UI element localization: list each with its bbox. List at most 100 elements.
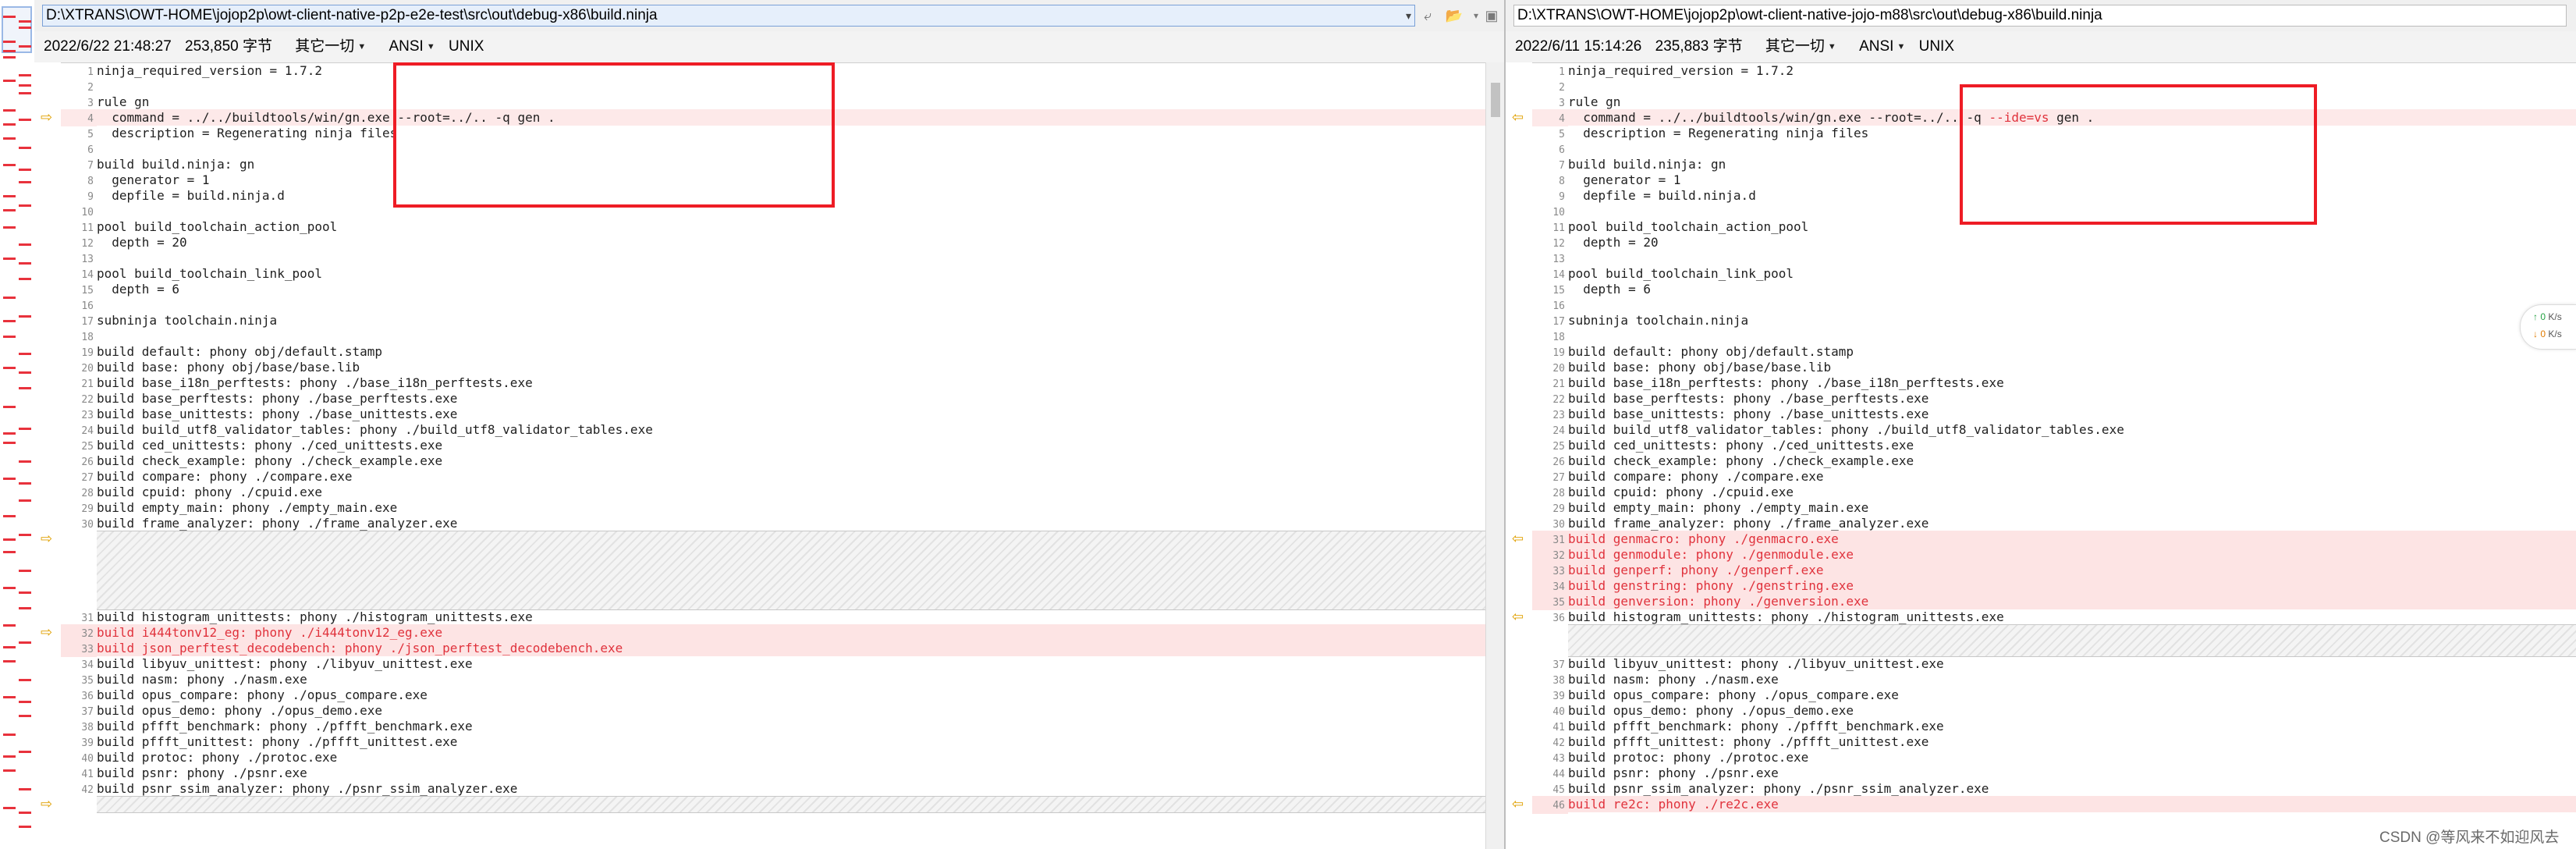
code-line[interactable]: 42 build psnr_ssim_analyzer: phony ./psnr…: [61, 780, 1504, 798]
overview-diff-marker[interactable]: [19, 387, 31, 389]
overview-diff-marker[interactable]: [19, 243, 31, 246]
code-line[interactable]: 12 depth = 20: [1532, 234, 2576, 252]
overview-diff-marker[interactable]: [19, 641, 31, 644]
overview-diff-marker[interactable]: [3, 551, 16, 553]
code-line[interactable]: 23 build base_unittests: phony ./base_uni…: [1532, 406, 2576, 424]
overview-diff-marker[interactable]: [3, 297, 16, 299]
right-diff-gutter[interactable]: ⇦ ⇦ ⇦ ⇦: [1506, 62, 1532, 849]
overview-diff-marker[interactable]: [19, 591, 31, 594]
overview-diff-marker[interactable]: [3, 660, 16, 663]
code-line[interactable]: 15 depth = 6: [1532, 281, 2576, 299]
code-line[interactable]: 14 pool build_toolchain_link_pool: [61, 265, 1504, 283]
code-line[interactable]: 32 build i444tonv12_eg: phony ./i444tonv1…: [61, 624, 1504, 642]
overview-diff-marker[interactable]: [3, 164, 16, 166]
code-line[interactable]: 19 build default: phony obj/default.stamp: [1532, 343, 2576, 361]
overview-diff-marker[interactable]: [19, 74, 31, 76]
code-line[interactable]: 13: [1532, 250, 2576, 268]
overview-diff-marker[interactable]: [3, 195, 16, 197]
overview-diff-marker[interactable]: [3, 646, 16, 648]
code-line[interactable]: 34 build genstring: phony ./genstring.exe: [1532, 577, 2576, 595]
code-line[interactable]: 30 build frame_analyzer: phony ./frame_an…: [61, 515, 1504, 533]
diff-arrow-icon[interactable]: ⇦: [1512, 797, 1526, 811]
overview-diff-marker[interactable]: [3, 587, 16, 589]
code-line[interactable]: 44 build psnr: phony ./psnr.exe: [1532, 765, 2576, 783]
overview-diff-marker[interactable]: [3, 624, 16, 627]
save-icon[interactable]: ▣: [1482, 6, 1501, 25]
code-line[interactable]: 32 build genmodule: phony ./genmodule.exe: [1532, 546, 2576, 564]
code-line[interactable]: 17 subninja toolchain.ninja: [1532, 312, 2576, 330]
code-line[interactable]: 25 build ced_unittests: phony ./ced_unitt…: [1532, 437, 2576, 455]
overview-diff-marker[interactable]: [19, 204, 31, 207]
code-line[interactable]: 23 build base_unittests: phony ./base_uni…: [61, 406, 1504, 424]
code-line[interactable]: 22 build base_perftests: phony ./base_per…: [61, 390, 1504, 408]
overview-diff-marker[interactable]: [19, 715, 31, 717]
overview-diff-marker[interactable]: [19, 679, 31, 681]
right-eol-label[interactable]: UNIX: [1919, 38, 1954, 55]
code-line[interactable]: 42 build pffft_unittest: phony ./pffft_un…: [1532, 734, 2576, 751]
network-speed-widget[interactable]: ↑ 0 K/s ↓ 0 K/s: [2520, 304, 2576, 350]
code-line[interactable]: 38 build nasm: phony ./nasm.exe: [1532, 671, 2576, 689]
code-line[interactable]: 24 build build_utf8_validator_tables: pho…: [61, 421, 1504, 439]
code-line[interactable]: 33 build genperf: phony ./genperf.exe: [1532, 562, 2576, 580]
code-line[interactable]: 40 build opus_demo: phony ./opus_demo.exe: [1532, 702, 2576, 720]
overview-diff-marker[interactable]: [3, 769, 16, 772]
overview-diff-marker[interactable]: [19, 701, 31, 703]
code-line[interactable]: 31 build histogram_unittests: phony ./his…: [61, 609, 1504, 627]
code-line[interactable]: 29 build empty_main: phony ./empty_main.e…: [1532, 499, 2576, 517]
code-line[interactable]: 31 build genmacro: phony ./genmacro.exe: [1532, 531, 2576, 549]
code-line[interactable]: 21 build base_i18n_perftests: phony ./bas…: [61, 375, 1504, 393]
code-line[interactable]: 26 build check_example: phony ./check_exa…: [61, 453, 1504, 471]
scrollbar-thumb[interactable]: [1491, 83, 1500, 117]
overview-diff-marker[interactable]: [19, 534, 31, 536]
overview-diff-marker[interactable]: [19, 278, 31, 280]
code-line[interactable]: 36 build opus_compare: phony ./opus_compa…: [61, 687, 1504, 705]
overview-diff-marker[interactable]: [19, 499, 31, 502]
overview-diff-marker[interactable]: [19, 169, 31, 171]
left-eol-label[interactable]: UNIX: [449, 38, 484, 55]
code-line[interactable]: 35 build genversion: phony ./genversion.e…: [1532, 593, 2576, 611]
code-line[interactable]: 22 build base_perftests: phony ./base_per…: [1532, 390, 2576, 408]
overview-diff-marker[interactable]: [19, 262, 31, 265]
overview-diff-marker[interactable]: [3, 406, 16, 408]
left-vertical-scrollbar[interactable]: [1485, 62, 1505, 849]
overview-diff-marker[interactable]: [19, 428, 31, 430]
overview-diff-marker[interactable]: [3, 320, 16, 322]
overview-diff-marker[interactable]: [3, 137, 16, 140]
diff-arrow-icon[interactable]: ⇨: [41, 625, 55, 639]
left-diff-gutter[interactable]: ⇨ ⇨ ⇨ ⇨: [34, 62, 61, 849]
code-line[interactable]: 16: [1532, 297, 2576, 314]
overview-diff-marker[interactable]: [3, 41, 16, 43]
overview-diff-marker[interactable]: [3, 538, 16, 541]
code-line[interactable]: 40 build protoc: phony ./protoc.exe: [61, 749, 1504, 767]
code-line[interactable]: 20 build base: phony obj/base/base.lib: [1532, 359, 2576, 377]
code-line[interactable]: 18: [1532, 328, 2576, 346]
code-line[interactable]: 36 build histogram_unittests: phony ./his…: [1532, 609, 2576, 627]
overview-diff-marker[interactable]: [3, 755, 16, 758]
overview-diff-marker[interactable]: [19, 92, 31, 94]
code-line[interactable]: 14 pool build_toolchain_link_pool: [1532, 265, 2576, 283]
overview-diff-marker[interactable]: [19, 607, 31, 609]
overview-diff-marker[interactable]: [3, 123, 16, 126]
code-line[interactable]: 27 build compare: phony ./compare.exe: [61, 468, 1504, 486]
left-path-field[interactable]: D:\XTRANS\OWT-HOME\jojop2p\owt-client-na…: [42, 5, 1415, 27]
code-line[interactable]: 30 build frame_analyzer: phony ./frame_an…: [1532, 515, 2576, 533]
code-line[interactable]: 12 depth = 20: [61, 234, 1504, 252]
overview-diff-marker[interactable]: [19, 751, 31, 753]
overview-diff-marker[interactable]: [19, 482, 31, 485]
open-folder-icon[interactable]: 📂: [1445, 6, 1464, 25]
overview-diff-marker[interactable]: [19, 460, 31, 463]
code-line[interactable]: 25 build ced_unittests: phony ./ced_unitt…: [61, 437, 1504, 455]
diff-arrow-icon[interactable]: ⇦: [1512, 531, 1526, 545]
code-line[interactable]: 17 subninja toolchain.ninja: [61, 312, 1504, 330]
code-line[interactable]: 37 build opus_demo: phony ./opus_demo.exe: [61, 702, 1504, 720]
overview-diff-marker[interactable]: [3, 478, 16, 480]
diff-arrow-icon[interactable]: ⇨: [41, 797, 55, 811]
code-line[interactable]: 19 build default: phony obj/default.stamp: [61, 343, 1504, 361]
code-line[interactable]: 35 build nasm: phony ./nasm.exe: [61, 671, 1504, 689]
overview-diff-marker[interactable]: [3, 209, 16, 211]
overview-diff-marker[interactable]: [19, 27, 31, 29]
code-line[interactable]: 13: [61, 250, 1504, 268]
code-line[interactable]: 41 build psnr: phony ./psnr.exe: [61, 765, 1504, 783]
overview-diff-marker[interactable]: [3, 734, 16, 736]
right-path-field[interactable]: D:\XTRANS\OWT-HOME\jojop2p\owt-client-na…: [1513, 5, 2567, 27]
